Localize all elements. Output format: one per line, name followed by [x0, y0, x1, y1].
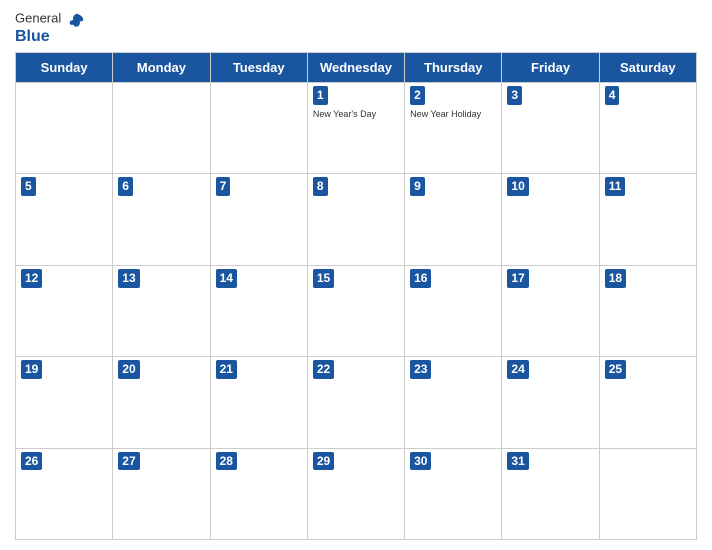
col-monday: Monday — [113, 53, 210, 83]
logo: General Blue — [15, 10, 85, 46]
calendar-cell: 20 — [113, 357, 210, 448]
calendar-cell — [16, 83, 113, 174]
calendar-cell: 25 — [599, 357, 696, 448]
calendar-cell: 8 — [307, 174, 404, 265]
calendar-cell: 11 — [599, 174, 696, 265]
calendar-cell: 21 — [210, 357, 307, 448]
day-number: 25 — [605, 360, 626, 379]
calendar-cell: 9 — [405, 174, 502, 265]
day-number: 3 — [507, 86, 522, 105]
day-number: 14 — [216, 269, 237, 288]
day-number: 1 — [313, 86, 328, 105]
day-number: 23 — [410, 360, 431, 379]
calendar-cell: 16 — [405, 265, 502, 356]
col-saturday: Saturday — [599, 53, 696, 83]
calendar-cell: 10 — [502, 174, 599, 265]
calendar-cell: 12 — [16, 265, 113, 356]
col-thursday: Thursday — [405, 53, 502, 83]
day-number: 30 — [410, 452, 431, 471]
day-number: 6 — [118, 177, 133, 196]
calendar-cell: 27 — [113, 448, 210, 539]
day-number: 9 — [410, 177, 425, 196]
day-number: 19 — [21, 360, 42, 379]
calendar-cell: 22 — [307, 357, 404, 448]
calendar-week-3: 12 13 14 15 16 17 18 — [16, 265, 697, 356]
day-number: 2 — [410, 86, 425, 105]
day-number: 13 — [118, 269, 139, 288]
event-label: New Year Holiday — [410, 109, 496, 121]
calendar-cell: 1 New Year's Day — [307, 83, 404, 174]
day-number: 22 — [313, 360, 334, 379]
calendar-cell: 26 — [16, 448, 113, 539]
calendar-week-2: 5 6 7 8 9 10 11 — [16, 174, 697, 265]
calendar-cell: 7 — [210, 174, 307, 265]
calendar-cell: 29 — [307, 448, 404, 539]
day-number: 15 — [313, 269, 334, 288]
calendar-week-1: 1 New Year's Day 2 New Year Holiday 3 4 — [16, 83, 697, 174]
day-number: 27 — [118, 452, 139, 471]
day-number: 5 — [21, 177, 36, 196]
calendar-cell: 23 — [405, 357, 502, 448]
calendar-cell: 31 — [502, 448, 599, 539]
day-number: 24 — [507, 360, 528, 379]
calendar-cell: 24 — [502, 357, 599, 448]
day-number: 16 — [410, 269, 431, 288]
day-number: 7 — [216, 177, 231, 196]
calendar-cell: 5 — [16, 174, 113, 265]
calendar-cell: 19 — [16, 357, 113, 448]
calendar-cell: 4 — [599, 83, 696, 174]
day-number: 20 — [118, 360, 139, 379]
calendar-cell: 17 — [502, 265, 599, 356]
calendar-cell: 14 — [210, 265, 307, 356]
day-number: 4 — [605, 86, 620, 105]
calendar-cell: 6 — [113, 174, 210, 265]
day-number: 8 — [313, 177, 328, 196]
calendar-cell — [210, 83, 307, 174]
day-number: 12 — [21, 269, 42, 288]
day-number: 11 — [605, 177, 626, 196]
calendar-cell — [113, 83, 210, 174]
calendar-cell: 2 New Year Holiday — [405, 83, 502, 174]
day-number: 17 — [507, 269, 528, 288]
calendar-cell: 30 — [405, 448, 502, 539]
calendar-week-4: 19 20 21 22 23 24 25 — [16, 357, 697, 448]
calendar-cell: 13 — [113, 265, 210, 356]
calendar-cell: 3 — [502, 83, 599, 174]
col-sunday: Sunday — [16, 53, 113, 83]
logo-blue-text: Blue — [15, 28, 50, 46]
day-number: 29 — [313, 452, 334, 471]
event-label: New Year's Day — [313, 109, 399, 121]
calendar-cell — [599, 448, 696, 539]
weekday-header-row: Sunday Monday Tuesday Wednesday Thursday… — [16, 53, 697, 83]
calendar-cell: 15 — [307, 265, 404, 356]
day-number: 10 — [507, 177, 528, 196]
calendar-cell: 18 — [599, 265, 696, 356]
col-wednesday: Wednesday — [307, 53, 404, 83]
day-number: 26 — [21, 452, 42, 471]
logo-general-text: General — [15, 10, 85, 28]
day-number: 21 — [216, 360, 237, 379]
day-number: 31 — [507, 452, 528, 471]
day-number: 28 — [216, 452, 237, 471]
col-friday: Friday — [502, 53, 599, 83]
col-tuesday: Tuesday — [210, 53, 307, 83]
calendar-cell: 28 — [210, 448, 307, 539]
calendar-table: Sunday Monday Tuesday Wednesday Thursday… — [15, 52, 697, 540]
day-number: 18 — [605, 269, 626, 288]
page-header: General Blue — [15, 10, 697, 46]
calendar-week-5: 26 27 28 29 30 31 — [16, 448, 697, 539]
